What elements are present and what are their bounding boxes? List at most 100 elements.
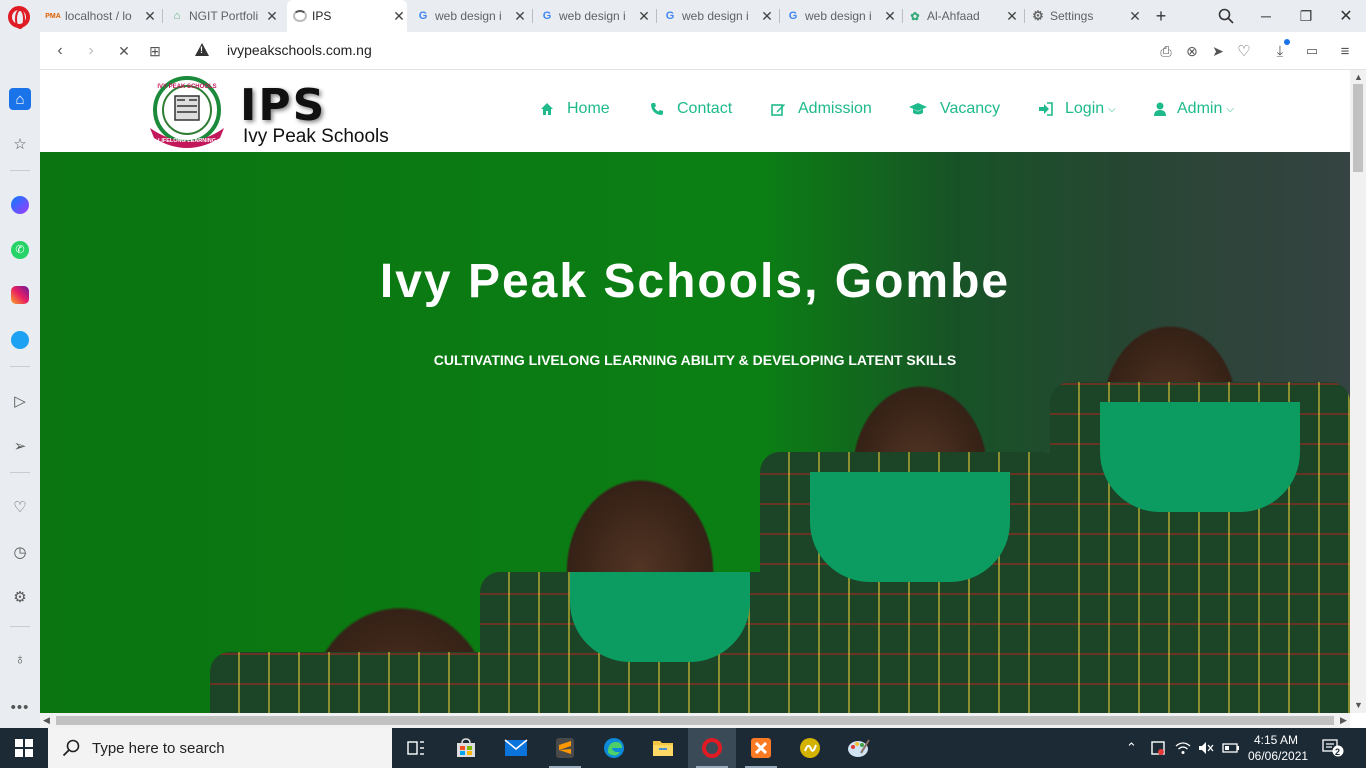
opera-sidebar: ⌂ ☆ ✆ ▷ ➢ ♡ ◷ ⚙ ♁ ••• [0,32,40,728]
scrollbar-thumb[interactable] [56,716,1334,725]
opera-taskbar-icon[interactable] [688,728,736,768]
vertical-scrollbar[interactable]: ▲ ▼ [1350,70,1366,713]
web-page: IVY PEAK SCHOOLS LIFELONG LEARNING IPS I… [40,70,1350,713]
history-icon[interactable]: ◷ [9,541,31,563]
edge-icon[interactable] [590,728,638,768]
messenger-icon[interactable] [9,194,31,216]
tips-icon[interactable]: ♁ [9,648,31,670]
flow-icon[interactable]: ➢ [9,435,31,457]
start-button[interactable] [0,728,48,768]
twitter-icon[interactable] [9,329,31,351]
bookmarks-icon[interactable]: ♡ [9,496,31,518]
google-icon: G [665,10,675,22]
notifications-icon[interactable]: 2 [1322,728,1344,768]
microsoft-store-icon[interactable] [442,728,490,768]
insecure-warning-icon[interactable] [195,43,209,56]
opera-menu-icon[interactable] [8,6,30,29]
close-icon[interactable]: ✕ [759,8,775,25]
adblock-icon[interactable]: ⊗ [1182,41,1202,61]
snapshot-icon[interactable]: ⎙ [1156,41,1176,61]
search-placeholder: Type here to search [92,739,225,757]
forward-icon[interactable]: › [81,41,101,61]
chevron-down-icon: ⌵ [1108,103,1116,115]
tab-web-design-4[interactable]: G web design i ✕ [786,0,898,32]
tab-ips[interactable]: IPS ✕ [287,0,407,32]
nav-home[interactable]: Home [539,100,610,118]
instagram-icon[interactable] [9,284,31,306]
close-icon[interactable]: ✕ [636,8,652,25]
close-icon[interactable]: ✕ [512,8,528,25]
bookmark-heart-icon[interactable]: ♡ [1234,41,1254,61]
nav-admission[interactable]: Admission [770,100,872,118]
battery-icon[interactable] [1222,728,1240,768]
show-hidden-icons[interactable]: ⌃ [1126,728,1137,768]
volume-muted-icon[interactable] [1198,728,1214,768]
nav-login[interactable]: Login ⌵ [1037,100,1116,118]
player-icon[interactable]: ▷ [9,390,31,412]
close-icon[interactable]: ✕ [1004,8,1020,25]
tab-web-design-3[interactable]: G web design i ✕ [663,0,775,32]
clock-time: 4:15 AM [1253,733,1299,747]
user-icon [1152,101,1168,117]
scroll-right-icon[interactable]: ▶ [1340,715,1347,726]
stop-loading-icon[interactable]: ✕ [114,41,134,61]
tab-title: web design i [435,9,502,23]
close-icon[interactable]: ✕ [391,8,407,25]
tab-ngit-portfolio[interactable]: ⌂ NGIT Portfoli ✕ [170,0,280,32]
task-view-icon[interactable] [392,728,440,768]
sublime-text-icon[interactable] [541,728,589,768]
nav-label: Login [1065,100,1105,117]
security-icon[interactable] [1150,728,1166,768]
app-icon[interactable] [786,728,834,768]
scrollbar-thumb[interactable] [1353,84,1363,172]
file-explorer-icon[interactable] [639,728,687,768]
downloads-icon[interactable]: ⤓ [1270,39,1290,61]
paint-icon[interactable] [835,728,883,768]
minimize-button[interactable]: ─ [1246,0,1286,32]
hero-title: Ivy Peak Schools, Gombe [379,255,1011,308]
nav-vacancy[interactable]: Vacancy [908,100,1000,118]
tab-search-icon[interactable] [1206,0,1246,32]
close-icon[interactable]: ✕ [142,8,158,25]
more-icon[interactable]: ••• [9,696,31,718]
settings-icon[interactable]: ⚙ [9,586,31,608]
google-icon: G [788,10,798,22]
home-icon[interactable]: ⌂ [9,88,31,110]
search-icon [62,739,80,757]
school-crest-logo[interactable]: IVY PEAK SCHOOLS LIFELONG LEARNING [144,76,230,148]
whatsapp-icon[interactable]: ✆ [9,239,31,261]
tab-settings[interactable]: ⚙ Settings ✕ [1031,0,1143,32]
tab-grid-icon[interactable]: ⊞ [145,41,165,61]
taskbar-search[interactable]: Type here to search [48,728,392,768]
url-field[interactable]: ivypeakschools.com.ng [227,42,372,58]
back-icon[interactable]: ‹ [50,41,70,61]
tab-localhost[interactable]: PMA localhost / lo ✕ [45,0,158,32]
maximize-button[interactable]: ❐ [1286,0,1326,32]
taskbar-clock[interactable]: 4:15 AM 06/06/2021 [1248,732,1308,764]
svg-text:LIFELONG LEARNING: LIFELONG LEARNING [158,138,216,144]
notification-count: 2 [1335,747,1341,757]
send-icon[interactable]: ➤ [1208,41,1228,61]
xampp-icon[interactable] [737,728,785,768]
scroll-up-icon[interactable]: ▲ [1354,72,1363,82]
scroll-left-icon[interactable]: ◀ [43,715,50,726]
mail-icon[interactable] [492,728,540,768]
new-tab-button[interactable]: + [1141,0,1181,32]
tab-web-design-1[interactable]: G web design i ✕ [416,0,528,32]
speed-dial-icon[interactable]: ☆ [9,133,31,155]
easy-setup-icon[interactable]: ≡ [1335,41,1355,61]
window-close-button[interactable]: ✕ [1326,0,1366,32]
tab-web-design-2[interactable]: G web design i ✕ [540,0,652,32]
graduation-cap-icon [908,101,928,117]
battery-saver-icon[interactable]: ▭ [1302,41,1322,61]
wifi-icon[interactable] [1175,728,1191,768]
close-icon[interactable]: ✕ [264,8,280,25]
scroll-down-icon[interactable]: ▼ [1354,700,1363,710]
chevron-down-icon: ⌵ [1226,103,1234,115]
nav-admin[interactable]: Admin ⌵ [1152,100,1234,118]
close-icon[interactable]: ✕ [882,8,898,25]
windows-taskbar: Type here to search ⌃ 4:15 AM 06/06/2021… [0,728,1366,768]
nav-contact[interactable]: Contact [649,100,732,118]
tab-al-ahfaad[interactable]: ✿ Al-Ahfaad ✕ [908,0,1020,32]
horizontal-scrollbar[interactable]: ◀ ▶ [40,713,1350,728]
